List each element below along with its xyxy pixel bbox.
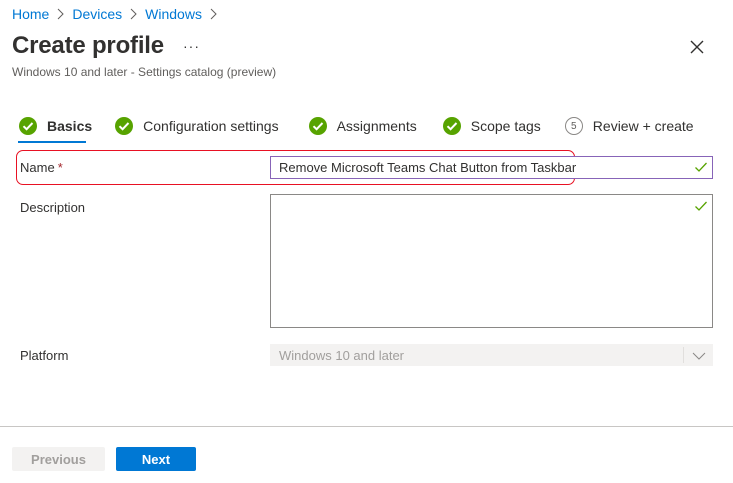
next-button[interactable]: Next [116,447,196,471]
page-title: Create profile [12,32,164,59]
description-label: Description [20,200,86,215]
platform-label: Platform [20,348,69,363]
check-circle-icon [442,117,461,135]
platform-dropdown: Windows 10 and later [270,344,713,366]
chevron-right-icon [130,8,137,20]
breadcrumb-home[interactable]: Home [12,6,49,22]
previous-button[interactable]: Previous [12,447,105,471]
page-subtitle: Windows 10 and later - Settings catalog … [12,65,277,79]
breadcrumb-windows[interactable]: Windows [145,6,202,22]
description-input[interactable] [270,194,713,328]
dropdown-divider [683,347,684,363]
check-circle-icon [308,117,327,135]
step-review-create[interactable]: 5 Review + create [564,117,694,135]
valid-check-icon [695,201,707,211]
breadcrumb: Home Devices Windows [12,6,225,22]
step-label: Scope tags [470,118,541,134]
valid-check-icon [695,162,707,172]
more-options-button[interactable]: ··· [183,38,200,54]
check-circle-icon [19,117,37,135]
name-input[interactable]: Remove Microsoft Teams Chat Button from … [270,156,713,179]
chevron-right-icon [57,8,65,20]
required-indicator: * [57,160,63,175]
close-icon [690,40,704,54]
step-label: Review + create [592,118,694,134]
step-configuration-settings[interactable]: Configuration settings [114,116,279,136]
name-label: Name * [20,160,63,175]
check-circle-icon [115,117,134,135]
step-number: 5 [564,117,583,135]
step-label: Configuration settings [143,118,279,134]
active-step-indicator [18,141,86,143]
chevron-right-icon [210,8,217,20]
chevron-down-icon [692,352,706,360]
breadcrumb-devices[interactable]: Devices [72,6,122,22]
step-label: Basics [47,118,93,134]
step-label: Assignments [336,118,417,134]
footer-divider [0,426,733,427]
platform-value: Windows 10 and later [279,348,405,363]
close-button[interactable] [688,38,706,56]
step-assignments[interactable]: Assignments [308,116,417,136]
step-scope-tags[interactable]: Scope tags [442,116,541,136]
wizard-steps: Basics Configuration settings Assignment… [18,115,694,137]
step-basics[interactable]: Basics [18,116,92,136]
